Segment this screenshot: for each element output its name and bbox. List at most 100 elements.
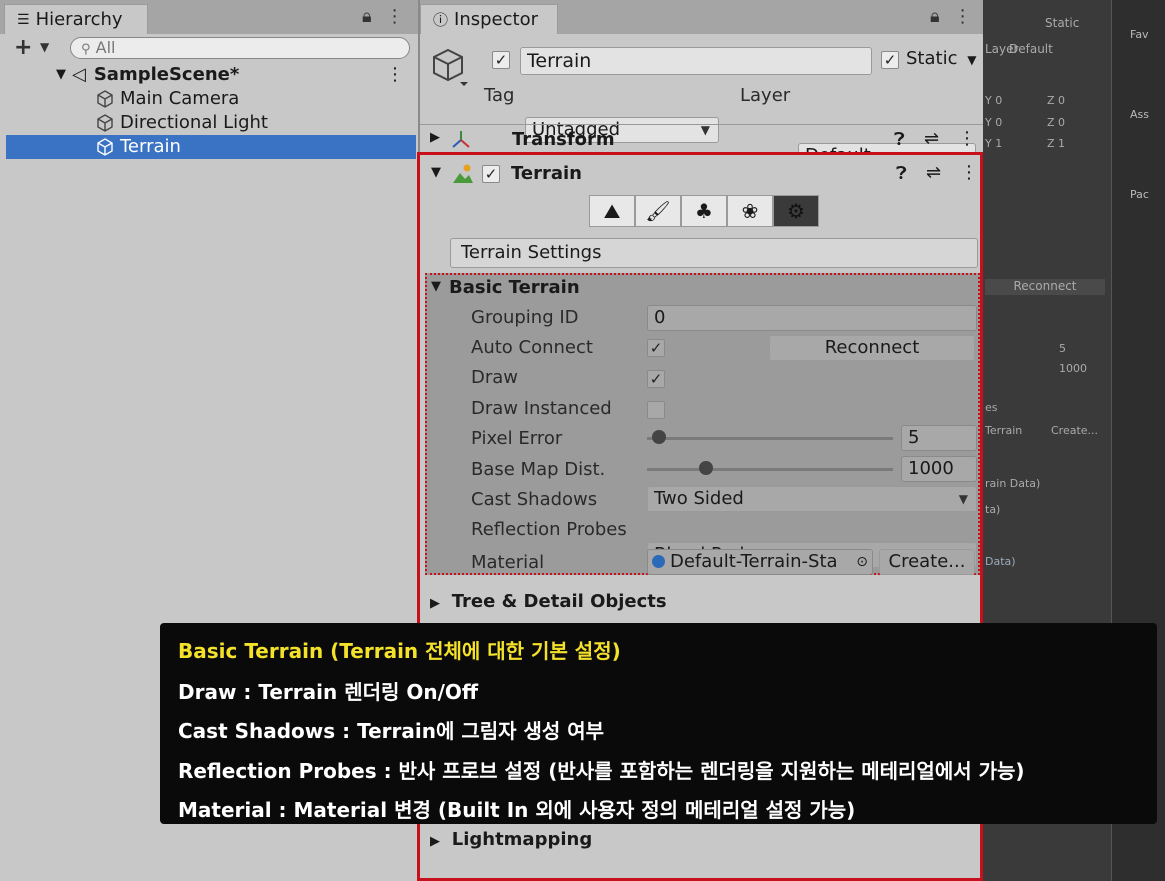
- scene-more-icon[interactable]: ⋮: [386, 63, 404, 87]
- mountain-plus-icon: ⛰: [603, 199, 621, 223]
- lock-icon[interactable]: 🔒︎: [930, 6, 940, 27]
- bg-data: Data): [985, 555, 1016, 568]
- lightmapping-header[interactable]: ▶ Lightmapping: [430, 829, 592, 850]
- reconnect-label: Reconnect: [824, 337, 920, 358]
- pixel-error-slider[interactable]: [647, 437, 893, 440]
- bg-y1: Y 1: [985, 137, 1003, 150]
- object-name-value: Terrain: [527, 50, 592, 72]
- material-field[interactable]: Default-Terrain-Sta ⊙: [647, 549, 873, 575]
- expand-arrow-icon[interactable]: ▼: [431, 165, 441, 180]
- search-input[interactable]: ⚲ All: [70, 37, 410, 59]
- grouping-id-value: 0: [654, 307, 666, 328]
- base-map-dist-value: 1000: [908, 458, 954, 479]
- paint-details-button[interactable]: ❀: [727, 195, 773, 227]
- add-icon[interactable]: +: [14, 35, 32, 60]
- bg-create: Create...: [1051, 424, 1099, 437]
- base-map-dist-slider[interactable]: [647, 468, 893, 471]
- bg-layer-value: Default: [1009, 42, 1053, 56]
- bg-pac: Pac: [1130, 188, 1149, 201]
- lock-icon[interactable]: 🔒︎: [362, 6, 372, 27]
- active-checkbox[interactable]: ✓: [492, 51, 510, 69]
- expand-arrow-icon[interactable]: ▼: [431, 279, 441, 294]
- bg-z1: Z 1: [1047, 137, 1066, 150]
- static-label: Static: [906, 48, 958, 69]
- raise-terrain-tool-button[interactable]: ⛰: [589, 195, 635, 227]
- bg-fav: Fav: [1130, 28, 1149, 41]
- bg-val1000: 1000: [1059, 362, 1087, 375]
- pixel-error-label: Pixel Error: [471, 428, 563, 449]
- object-picker-icon[interactable]: ⊙: [856, 550, 868, 574]
- grouping-id-field[interactable]: 0: [647, 305, 977, 331]
- hierarchy-item-terrain[interactable]: Terrain: [6, 135, 416, 159]
- bg-z0: Z 0: [1047, 94, 1066, 107]
- bg-es: es: [985, 401, 998, 414]
- gameobject-cube-icon: [97, 114, 113, 132]
- hierarchy-item-label: Main Camera: [120, 88, 240, 109]
- object-name-field[interactable]: Terrain: [520, 47, 872, 75]
- inspector-tabbar: ⓘ Inspector 🔒︎ ⋮: [420, 0, 983, 34]
- auto-connect-checkbox[interactable]: ✓: [647, 339, 665, 357]
- preset-sliders-icon[interactable]: ⇌: [926, 162, 941, 183]
- gameobject-large-icon: [433, 48, 468, 86]
- tag-label: Tag: [484, 85, 515, 106]
- expand-arrow-icon[interactable]: ▼: [56, 63, 66, 87]
- hierarchy-item-directional-light[interactable]: Directional Light: [96, 111, 416, 135]
- bg-val5: 5: [1059, 342, 1066, 355]
- hierarchy-item-main-camera[interactable]: Main Camera: [96, 87, 416, 111]
- tree-detail-label: Tree & Detail Objects: [451, 591, 667, 612]
- hierarchy-tab[interactable]: ☰ Hierarchy: [4, 4, 148, 34]
- create-material-button[interactable]: Create...: [879, 549, 975, 575]
- draw-label: Draw: [471, 367, 519, 388]
- scene-row[interactable]: ▼ ◁ SampleScene* ⋮: [56, 63, 416, 87]
- paint-trees-button[interactable]: ♣: [681, 195, 727, 227]
- material-sphere-icon: [652, 555, 665, 568]
- expand-arrow-icon[interactable]: ▶: [430, 596, 440, 611]
- more-icon[interactable]: ⋮: [954, 6, 972, 27]
- pixel-error-knob[interactable]: [652, 430, 667, 444]
- help-icon[interactable]: ❓︎: [894, 129, 905, 150]
- gameobject-cube-icon: [97, 90, 113, 108]
- terrain-enabled-checkbox[interactable]: ✓: [482, 165, 500, 183]
- material-label: Material: [471, 552, 545, 573]
- reconnect-button[interactable]: Reconnect: [769, 335, 975, 361]
- paint-tool-button[interactable]: 🖌︎: [635, 195, 681, 227]
- tree-detail-header[interactable]: ▶ Tree & Detail Objects: [430, 591, 667, 612]
- bg-static-label: Static: [1045, 16, 1080, 30]
- help-icon[interactable]: ❓︎: [896, 163, 907, 184]
- draw-instanced-checkbox[interactable]: [647, 401, 665, 419]
- caption-overlay: Basic Terrain (Terrain 전체에 대한 기본 설정) Dra…: [160, 623, 1157, 824]
- pixel-error-field[interactable]: 5: [901, 425, 977, 451]
- info-icon: ⓘ: [433, 11, 449, 29]
- cast-shadows-dropdown[interactable]: Two Sided: [647, 486, 977, 512]
- grouping-id-label: Grouping ID: [471, 307, 579, 328]
- more-icon[interactable]: ⋮: [958, 128, 976, 149]
- expand-arrow-icon[interactable]: ▶: [430, 130, 440, 145]
- bg-reconnect: Reconnect: [985, 279, 1105, 295]
- hierarchy-tab-label: Hierarchy: [35, 9, 123, 30]
- terrain-header[interactable]: ▼ ✓ Terrain ❓︎ ⇌ ⋮: [420, 155, 980, 191]
- transform-header[interactable]: ▶ Transform ❓︎ ⇌ ⋮: [420, 124, 983, 155]
- inspector-tab[interactable]: ⓘ Inspector: [420, 4, 558, 34]
- inspector-tab-label: Inspector: [454, 9, 538, 30]
- chevron-down-icon[interactable]: ▼: [40, 40, 49, 54]
- bg-rain-data: rain Data): [985, 477, 1041, 490]
- terrain-icon: [453, 164, 473, 183]
- draw-checkbox[interactable]: ✓: [647, 370, 665, 388]
- caption-line-cast-shadows: Cast Shadows : Terrain에 그림자 생성 여부: [178, 719, 605, 743]
- preset-sliders-icon[interactable]: ⇌: [924, 128, 939, 149]
- list-icon: ☰: [17, 11, 30, 28]
- expand-arrow-icon[interactable]: ▶: [430, 834, 440, 849]
- static-dropdown[interactable]: Static ▼: [906, 48, 976, 69]
- bg-z0b: Z 0: [1047, 116, 1066, 129]
- cast-shadows-label: Cast Shadows: [471, 489, 598, 510]
- static-checkbox[interactable]: ✓: [881, 51, 899, 69]
- more-icon[interactable]: ⋮: [960, 162, 978, 183]
- material-value: Default-Terrain-Sta: [670, 551, 838, 572]
- terrain-settings-button[interactable]: ⚙: [773, 195, 819, 227]
- details-icon: ❀: [741, 199, 759, 223]
- base-map-dist-knob[interactable]: [699, 461, 714, 475]
- hierarchy-item-label: Terrain: [120, 136, 181, 157]
- basic-terrain-section: ▼ Basic Terrain Grouping ID 0 Auto Conne…: [425, 273, 980, 575]
- more-icon[interactable]: ⋮: [386, 6, 404, 27]
- base-map-dist-field[interactable]: 1000: [901, 456, 977, 482]
